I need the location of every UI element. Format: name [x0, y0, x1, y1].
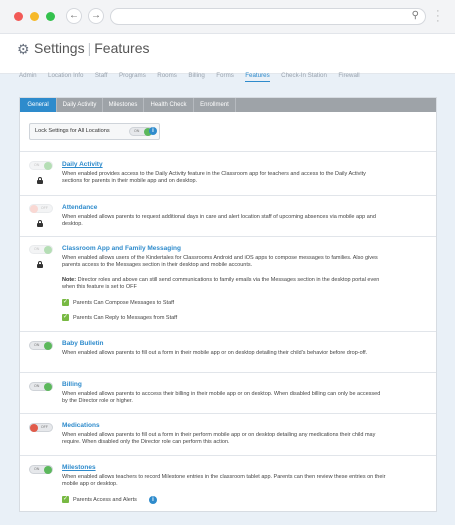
- lock-settings-box: Lock Settings for All Locations ON: [29, 123, 160, 140]
- daily-activity-title[interactable]: Daily Activity: [62, 161, 103, 168]
- nav-firewall[interactable]: Firewall: [338, 72, 359, 79]
- baby-bulletin-title: Baby Bulletin: [62, 340, 104, 347]
- nav-rooms[interactable]: Rooms: [157, 72, 177, 79]
- tab-milestones[interactable]: Milestones: [103, 98, 144, 112]
- nav-features[interactable]: Features: [245, 72, 270, 82]
- info-icon[interactable]: i: [149, 496, 157, 504]
- checkbox-parents-access[interactable]: ✓: [62, 496, 69, 503]
- divider: [20, 455, 436, 456]
- info-icon[interactable]: i: [149, 127, 157, 135]
- checkbox-parents-access-label: Parents Access and Alerts: [73, 497, 137, 503]
- messaging-desc: When enabled allows users of the Kindert…: [62, 255, 378, 269]
- nav-forms[interactable]: Forms: [216, 72, 234, 79]
- milestones-title[interactable]: Milestones: [62, 464, 96, 471]
- lock-icon: [37, 261, 43, 268]
- daily-activity-toggle[interactable]: ON: [29, 161, 53, 170]
- billing-title: Billing: [62, 381, 82, 388]
- attendance-title: Attendance: [62, 204, 98, 211]
- medications-desc: When enabled allows parents to fill out …: [62, 432, 376, 446]
- medications-title: Medications: [62, 422, 100, 429]
- page-header: ⚙ Settings | Features Admin Location Info …: [0, 34, 455, 82]
- daily-activity-desc: When enabled provides access to the Dail…: [62, 171, 366, 185]
- checkbox-compose-label: Parents Can Compose Messages to Staff: [73, 300, 175, 306]
- lock-icon: [37, 177, 43, 184]
- baby-bulletin-desc: When enabled allows parents to fill out …: [62, 350, 368, 356]
- features-card: General Daily Activity Milestones Health…: [19, 97, 437, 512]
- checkbox-compose[interactable]: ✓: [62, 299, 69, 306]
- tab-health-check[interactable]: Health Check: [144, 98, 194, 112]
- divider: [20, 413, 436, 414]
- messaging-toggle[interactable]: ON: [29, 245, 53, 254]
- billing-toggle[interactable]: ON: [29, 382, 53, 391]
- browser-toolbar: ← → ⚲ · · ·: [0, 0, 455, 34]
- divider: [20, 236, 436, 237]
- divider: [20, 195, 436, 196]
- nav-admin[interactable]: Admin: [19, 72, 37, 79]
- messaging-title: Classroom App and Family Messaging: [62, 245, 181, 252]
- messaging-note: Note: Director roles and above can still…: [62, 277, 380, 291]
- close-window-button[interactable]: [14, 12, 23, 21]
- minimize-window-button[interactable]: [30, 12, 39, 21]
- page-title-settings: Settings: [34, 40, 85, 56]
- back-arrow-icon[interactable]: ←: [66, 8, 82, 24]
- attendance-desc: When enabled allows parents to request a…: [62, 214, 376, 228]
- medications-toggle[interactable]: OFF: [29, 423, 53, 432]
- forward-arrow-icon[interactable]: →: [88, 8, 104, 24]
- divider: [20, 372, 436, 373]
- checkbox-reply[interactable]: ✓: [62, 314, 69, 321]
- address-bar[interactable]: ⚲: [110, 8, 426, 25]
- more-options-icon[interactable]: · · ·: [436, 6, 440, 27]
- milestones-toggle[interactable]: ON: [29, 465, 53, 474]
- nav-staff[interactable]: Staff: [95, 72, 108, 79]
- checkbox-reply-label: Parents Can Reply to Messages from Staff: [73, 315, 178, 321]
- divider: [20, 151, 436, 152]
- settings-nav: Admin Location Info Staff Programs Rooms…: [19, 64, 367, 82]
- nav-billing[interactable]: Billing: [188, 72, 205, 79]
- feature-tabs: General Daily Activity Milestones Health…: [20, 98, 436, 112]
- attendance-toggle[interactable]: OFF: [29, 204, 53, 213]
- nav-location-info[interactable]: Location Info: [48, 72, 83, 79]
- tab-general[interactable]: General: [20, 98, 57, 112]
- page-title: Settings | Features: [34, 40, 150, 56]
- milestones-desc: When enabled allows teachers to record M…: [62, 474, 386, 488]
- search-icon: ⚲: [411, 10, 419, 21]
- tab-enrollment[interactable]: Enrollment: [194, 98, 236, 112]
- lock-settings-label: Lock Settings for All Locations: [35, 128, 110, 134]
- lock-icon: [37, 220, 43, 227]
- nav-programs[interactable]: Programs: [119, 72, 146, 79]
- gear-icon: ⚙: [17, 41, 30, 57]
- baby-bulletin-toggle[interactable]: ON: [29, 341, 53, 350]
- maximize-window-button[interactable]: [46, 12, 55, 21]
- tab-daily-activity[interactable]: Daily Activity: [57, 98, 103, 112]
- page-title-features: Features: [94, 40, 150, 56]
- billing-desc: When enabled allows parents to acccess t…: [62, 391, 381, 405]
- divider: [20, 331, 436, 332]
- nav-check-in-station[interactable]: Check-In Station: [281, 72, 327, 79]
